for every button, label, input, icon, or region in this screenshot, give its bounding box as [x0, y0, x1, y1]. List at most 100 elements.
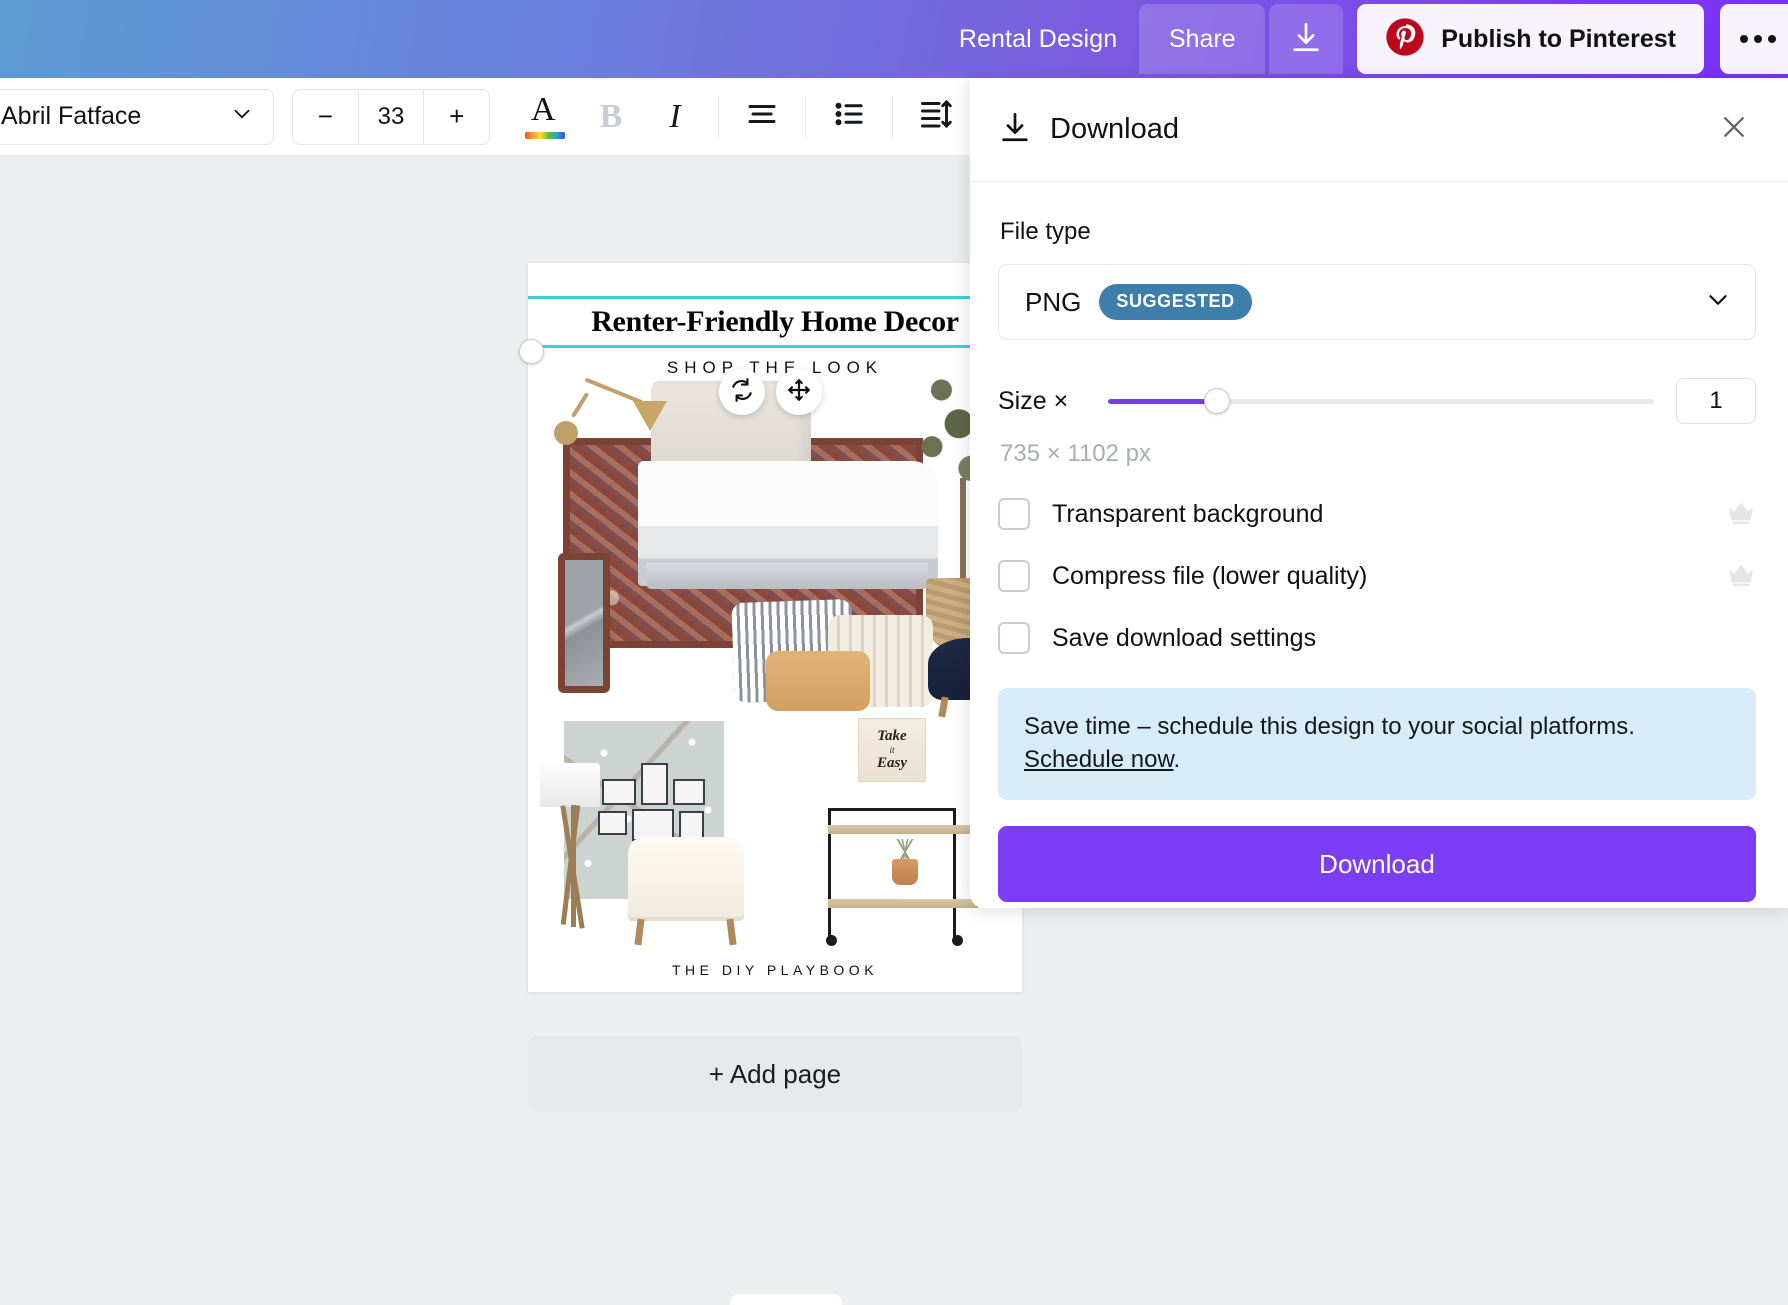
font-size-stepper: − 33 + — [292, 88, 490, 145]
design-title-textbox[interactable]: Renter-Friendly Home Decor — [528, 296, 1022, 348]
add-page-button[interactable]: + Add page — [528, 1036, 1022, 1112]
toolbar-divider-1 — [718, 95, 719, 138]
wall-sconce-shade — [633, 401, 667, 431]
schedule-now-link[interactable]: Schedule now — [1024, 746, 1173, 773]
line-spacing-icon — [918, 96, 954, 137]
share-button[interactable]: Share — [1139, 4, 1266, 74]
gallery-frame — [673, 779, 705, 805]
bed-base-image — [646, 563, 928, 589]
toolbar-divider-3 — [892, 95, 893, 138]
font-size-increase-button[interactable]: + — [424, 90, 489, 144]
promo-text: Save time – schedule this design to your… — [1024, 713, 1635, 740]
italic-I-icon: I — [669, 97, 681, 135]
more-options-button[interactable] — [1720, 4, 1788, 74]
close-icon — [1719, 112, 1749, 147]
bullet-list-icon — [831, 96, 867, 137]
rotate-handle-icon — [729, 377, 755, 408]
download-button[interactable] — [1269, 4, 1344, 74]
move-handle-button[interactable] — [776, 369, 822, 415]
publish-to-pinterest-label: Publish to Pinterest — [1441, 24, 1676, 53]
armchair-leg — [726, 918, 737, 946]
wall-sconce-plate — [554, 421, 578, 445]
schedule-promo-banner: Save time – schedule this design to your… — [998, 688, 1756, 801]
poster-line-2: it — [889, 745, 895, 755]
close-panel-button[interactable] — [1714, 110, 1754, 150]
font-size-decrease-button[interactable]: − — [293, 90, 358, 144]
font-family-select[interactable]: Abril Fatface — [0, 88, 274, 145]
bar-cart-top-rail — [828, 808, 956, 811]
file-type-label: File type — [1000, 218, 1091, 245]
design-page[interactable]: Take it Easy Renter-Friendly Home Decor … — [528, 263, 1022, 992]
bar-cart-wheel — [826, 935, 837, 946]
option-save-download-settings[interactable]: Save download settings — [998, 622, 1756, 654]
bar-cart-wheel — [952, 935, 963, 946]
option-transparent-background[interactable]: Transparent background — [998, 498, 1756, 530]
line-spacing-button[interactable] — [907, 88, 965, 146]
document-title: Rental Design — [958, 24, 1118, 53]
design-subtitle[interactable]: SHOP THE LOOK — [528, 358, 1022, 378]
bullet-list-button[interactable] — [820, 88, 878, 146]
size-slider-knob[interactable] — [1203, 388, 1230, 414]
design-title: Renter-Friendly Home Decor — [591, 305, 959, 338]
resize-handle[interactable] — [519, 339, 544, 364]
accent-armchair-image — [628, 837, 744, 921]
size-slider[interactable] — [1108, 388, 1654, 414]
option-compress-file[interactable]: Compress file (lower quality) — [998, 560, 1756, 592]
download-submit-button[interactable]: Download — [998, 826, 1756, 903]
gallery-frame — [641, 763, 668, 805]
design-brand-line[interactable]: THE DIY PLAYBOOK — [528, 962, 1022, 978]
move-handle-icon — [786, 377, 812, 408]
text-color-A-icon: A — [525, 92, 565, 139]
floor-lamp-leg — [571, 805, 576, 927]
pinterest-logo-icon — [1385, 17, 1425, 62]
poster-line-1: Take — [877, 728, 907, 744]
size-value-input[interactable]: 1 — [1676, 378, 1756, 424]
text-color-button[interactable]: A — [516, 88, 574, 146]
italic-button[interactable]: I — [646, 88, 704, 146]
file-type-value: PNG — [1025, 286, 1082, 317]
crown-icon — [1726, 500, 1756, 529]
compress-file-label: Compress file (lower quality) — [1052, 561, 1368, 590]
transparent-background-label: Transparent background — [1052, 499, 1324, 528]
promo-text-end: . — [1173, 746, 1181, 774]
bar-cart-plant-pot — [892, 859, 918, 885]
download-panel-header: Download — [970, 78, 1788, 182]
rotate-handle-button[interactable] — [719, 369, 765, 415]
floor-mirror-image — [558, 553, 610, 693]
gallery-frame — [598, 811, 627, 835]
chevron-down-icon — [1703, 285, 1733, 320]
add-page-label: + Add page — [708, 1058, 842, 1089]
bar-cart-bottom-shelf — [828, 899, 978, 908]
download-icon — [998, 109, 1032, 150]
olive-tree-trunk — [960, 478, 966, 583]
armchair-leg — [634, 918, 645, 946]
font-size-input[interactable]: 33 — [357, 89, 425, 144]
file-type-select[interactable]: PNG SUGGESTED — [998, 264, 1756, 340]
font-family-value: Abril Fatface — [1, 102, 142, 130]
bold-B-icon: B — [599, 97, 623, 135]
output-dimensions: 735 × 1102 px — [1000, 440, 1152, 467]
transparent-background-checkbox[interactable] — [998, 498, 1030, 530]
text-align-center-icon — [744, 96, 780, 137]
take-it-easy-poster-image: Take it Easy — [858, 718, 926, 782]
download-panel-body: File type PNG SUGGESTED Size × 1 735 × 1… — [970, 182, 1788, 903]
download-submit-label: Download — [1319, 848, 1435, 879]
gallery-frame — [602, 779, 636, 805]
bold-button[interactable]: B — [582, 88, 640, 146]
toolbar-divider-2 — [805, 95, 806, 138]
app-header: Rental Design Share Publish to Pinterest — [0, 0, 1788, 78]
crown-icon — [1726, 562, 1756, 591]
page-thumbnail-stub[interactable] — [730, 1294, 842, 1305]
save-download-settings-label: Save download settings — [1052, 623, 1317, 652]
publish-to-pinterest-button[interactable]: Publish to Pinterest — [1357, 4, 1704, 74]
mustard-lumbar-pillow-image — [766, 651, 870, 711]
suggested-badge: SUGGESTED — [1099, 284, 1252, 320]
poster-line-3: Easy — [877, 755, 907, 771]
more-horizontal-icon — [1740, 35, 1776, 43]
download-icon — [1289, 19, 1323, 60]
compress-file-checkbox[interactable] — [998, 560, 1030, 592]
wall-sconce-arm-2 — [570, 392, 590, 418]
save-download-settings-checkbox[interactable] — [998, 622, 1030, 654]
download-panel-title: Download — [1050, 113, 1179, 145]
text-align-button[interactable] — [733, 88, 791, 146]
